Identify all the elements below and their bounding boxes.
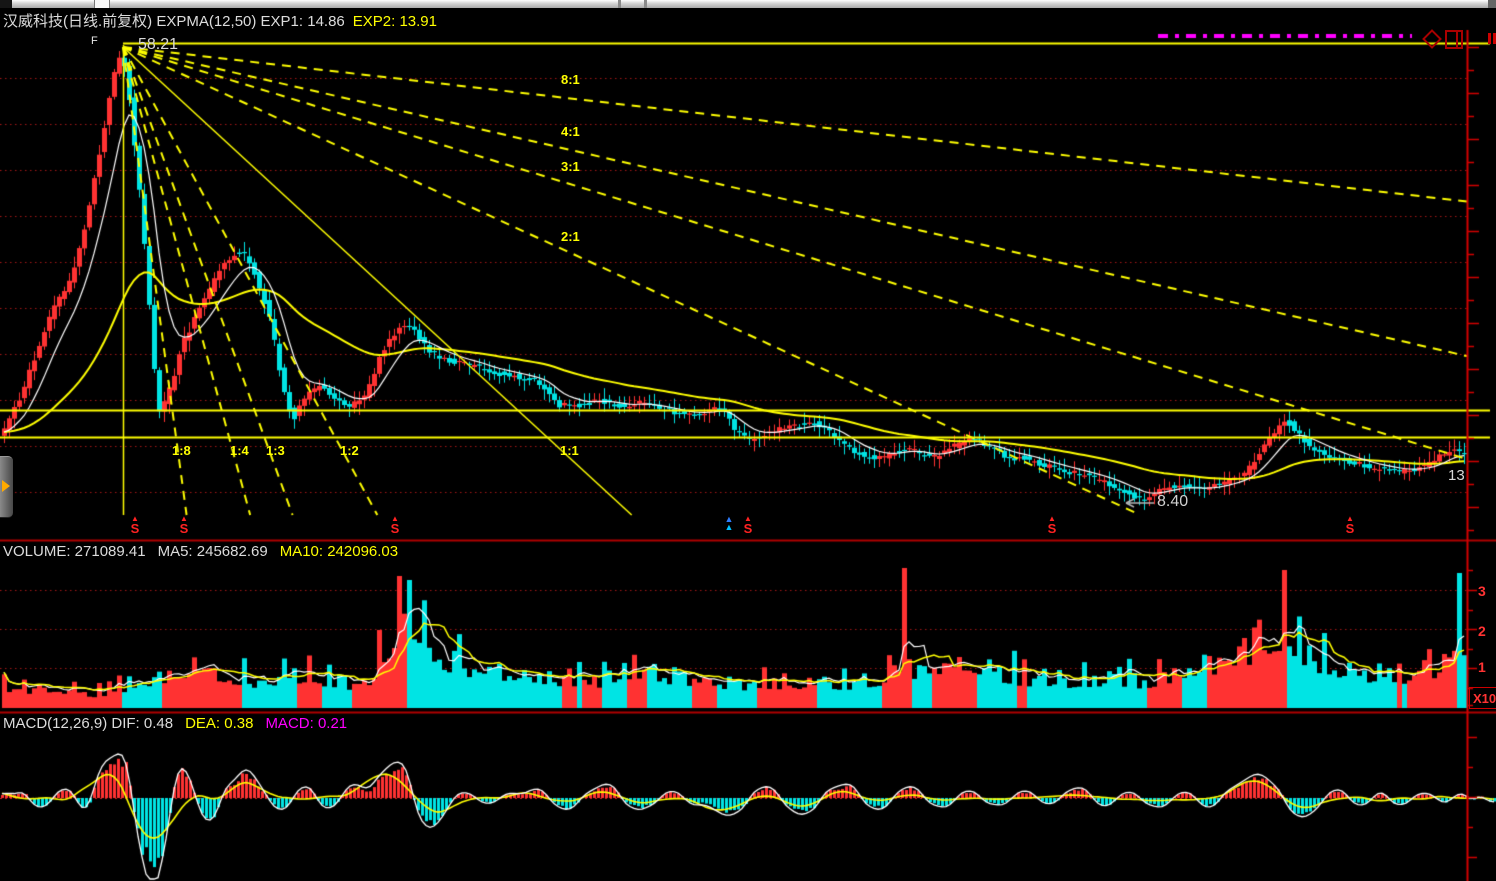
sell-signal-marker: ▲S (1043, 515, 1061, 535)
header-text: MACD: 0.21 (265, 715, 347, 732)
header-text: EXP2: 13.91 (353, 13, 437, 30)
toolbar-button[interactable] (94, 0, 110, 8)
sell-signal-marker: ▲S (1341, 515, 1359, 535)
toolbar-strip[interactable] (0, 0, 1496, 8)
header-text: MA5: 245682.69 (158, 543, 268, 560)
header-text: MACD(12,26,9) DIF: 0.48 (3, 715, 173, 732)
sell-signal-marker: ▲S (386, 515, 404, 535)
sell-signal-marker: ▲S (739, 515, 757, 535)
gann-ratio-label: 4:1 (561, 124, 580, 139)
clipped-edge-icon (1488, 33, 1496, 44)
toolbar-segment (1488, 0, 1496, 8)
sell-letter: S (1341, 523, 1359, 535)
low-price-label: 8.40 (1157, 493, 1188, 511)
gann-ratio-label: 1:4 (230, 443, 249, 458)
volume-multiplier-label: X10 (1473, 691, 1496, 706)
gann-ratio-label: 2:1 (561, 229, 580, 244)
chart-title: 汉威科技(日线.前复权) EXPMA(12,50) EXP1: 14.86 EXP… (3, 10, 445, 31)
gann-ratio-label: 1:3 (266, 443, 285, 458)
last-price-label: 13 (1448, 467, 1465, 484)
sell-letter: S (126, 523, 144, 535)
gann-ratio-label: 8:1 (561, 72, 580, 87)
volume-axis-label: 2 (1478, 623, 1486, 639)
panel-expand-tab[interactable] (0, 456, 13, 518)
header-text: VOLUME: 271089.41 (3, 543, 146, 560)
window-box-icon[interactable] (1445, 30, 1463, 49)
chart-canvas[interactable] (0, 0, 1496, 881)
sell-letter: S (175, 523, 193, 535)
sell-signal-marker: ▲S (175, 515, 193, 535)
gann-ratio-label: 1:2 (340, 443, 359, 458)
app-window: 汉威科技(日线.前复权) EXPMA(12,50) EXP1: 14.86 EXP… (0, 0, 1496, 881)
volume-multiplier-box: X10 (1469, 687, 1496, 709)
volume-axis-label: 1 (1478, 659, 1486, 675)
buy-signal-marker: ▲▲ (720, 515, 738, 531)
header-text: MA10: 242096.03 (280, 543, 398, 560)
sell-letter: S (386, 523, 404, 535)
gann-ratio-label: 1:1 (560, 443, 579, 458)
volume-header: VOLUME: 271089.41 MA5: 245682.69 MA10: 242… (3, 543, 410, 560)
header-text: 汉威科技(日线.前复权) EXPMA(12,50) EXP1: 14.86 (3, 13, 345, 30)
gann-ratio-label: 1:8 (172, 443, 191, 458)
peak-price-label: 58.21 (138, 36, 178, 54)
header-text: DEA: 0.38 (185, 715, 253, 732)
expand-arrow-icon (2, 480, 10, 492)
macd-header: MACD(12,26,9) DIF: 0.48 DEA: 0.38 MACD: 0.… (3, 715, 359, 732)
volume-axis-label: 3 (1478, 583, 1486, 599)
window-box-icon-inner (1456, 32, 1458, 47)
gann-ratio-label: 3:1 (561, 159, 580, 174)
toolbar-segment (0, 0, 12, 8)
buy-arrow-icon: ▲ (720, 523, 738, 531)
toolbar-divider (618, 0, 621, 8)
sell-letter: S (1043, 523, 1061, 535)
event-flag-label: F (91, 35, 98, 47)
sell-letter: S (739, 523, 757, 535)
sell-signal-marker: ▲S (126, 515, 144, 535)
toolbar-divider (644, 0, 647, 8)
